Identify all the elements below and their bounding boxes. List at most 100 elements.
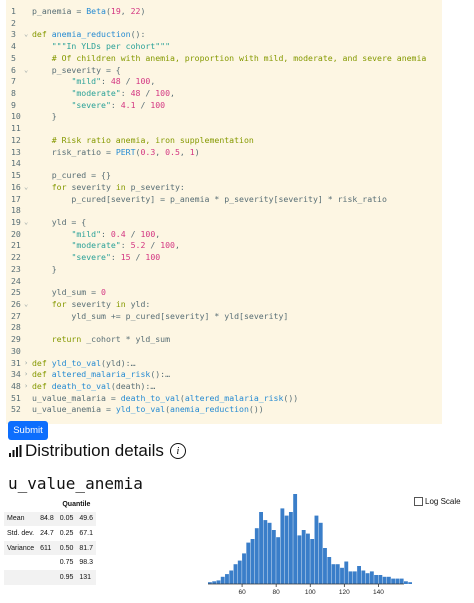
code-text: # Risk ratio anemia, iron supplementatio…: [51, 134, 254, 145]
histogram-bar: [301, 530, 306, 584]
log-scale-toggle[interactable]: Log Scale: [414, 497, 461, 506]
fold-collapsed-icon[interactable]: ›: [24, 381, 28, 393]
log-scale-label: Log Scale: [425, 497, 461, 506]
histogram-bar: [297, 535, 302, 584]
fold-expand-icon[interactable]: ⌄: [24, 65, 28, 77]
code-text: u_value_anemia = yld_to_val(anemia_reduc…: [32, 404, 264, 415]
histogram-bar: [288, 512, 293, 584]
histogram-bar: [271, 530, 276, 584]
quantile-value: 67.1: [79, 529, 93, 537]
line-number: 5: [11, 52, 16, 63]
histogram-bar: [250, 539, 255, 584]
line-number: 7: [11, 76, 16, 87]
histogram-bar: [254, 528, 259, 584]
histogram-bar: [280, 508, 285, 584]
line-number: 11: [11, 123, 21, 134]
line-number: 27: [11, 310, 21, 321]
histogram-bar: [306, 533, 310, 584]
histogram-bar: [259, 512, 263, 584]
histogram-bar: [318, 522, 323, 584]
quantile-label: 0.25: [59, 529, 74, 537]
code-editor[interactable]: 1 p_anemia = Beta(19, 22) 2 3 ⌄ def anemia_re…: [6, 0, 442, 424]
line-number: 29: [11, 334, 21, 345]
line-number: 24: [11, 275, 21, 286]
code-text: def yld_to_val(yld):…: [32, 357, 136, 368]
line-number: 9: [11, 99, 16, 110]
line-number: 51: [11, 392, 21, 403]
histogram-bar: [344, 561, 349, 584]
line-number: 28: [11, 322, 21, 333]
table-row: 0.95 131: [4, 569, 96, 585]
stat-label: Mean: [7, 515, 25, 523]
line-number: 1: [11, 6, 16, 16]
line-number: 13: [11, 146, 21, 157]
line-number: 18: [11, 205, 21, 216]
line-number: 52: [11, 404, 21, 415]
code-text: p_cured[severity] = p_anemia * p_severit…: [32, 193, 387, 204]
code-text: for severity in yld:: [51, 299, 151, 309]
x-tick-label: 80: [273, 589, 281, 596]
line-number: 23: [11, 263, 21, 274]
code-text: }: [32, 263, 57, 274]
histogram-bar: [263, 520, 268, 584]
code-text: "severe": 4.1 / 100: [71, 99, 166, 110]
fold-expand-icon[interactable]: ⌄: [24, 299, 28, 311]
line-number: 15: [11, 170, 21, 181]
histogram-bar: [237, 560, 242, 584]
line-number: 22: [11, 252, 21, 263]
line-number: 17: [11, 193, 21, 204]
quantile-label: 0.50: [59, 544, 74, 552]
histogram-bar: [220, 576, 225, 584]
line-number: 12: [11, 134, 21, 145]
stat-value: 84.8: [40, 515, 54, 523]
fold-collapsed-icon[interactable]: ›: [24, 369, 28, 381]
histogram-bar: [242, 553, 246, 584]
code-text: "severe": 15 / 100: [71, 252, 161, 263]
code-text: p_cured = {}: [32, 170, 111, 181]
quantile-header: Quantile: [62, 500, 91, 508]
code-text: p_anemia = Beta(19, 22): [32, 6, 146, 16]
histogram-bar: [369, 571, 374, 584]
line-number: 30: [11, 345, 21, 356]
submit-button[interactable]: Submit: [8, 421, 48, 440]
histogram-bar: [284, 515, 289, 584]
line-number: 20: [11, 228, 21, 239]
line-number: 10: [11, 111, 21, 122]
code-text: "moderate": 5.2 / 100,: [71, 240, 180, 251]
line-number: 2: [11, 17, 16, 28]
fold-collapsed-icon[interactable]: ›: [24, 358, 28, 370]
code-text: yld = {: [32, 216, 87, 227]
histogram-bar: [395, 578, 400, 584]
histogram-bar: [246, 542, 251, 584]
log-scale-checkbox[interactable]: [414, 497, 423, 506]
histogram-bar: [335, 564, 340, 584]
code-text: """In YLDs per cohort""": [51, 41, 171, 52]
histogram-bar: [348, 571, 353, 584]
code-text: p_severity = {: [32, 64, 121, 75]
stat-value: 24.7: [40, 529, 54, 537]
table-row: Mean 84.8 0.05 49.6: [4, 511, 96, 527]
info-icon[interactable]: i: [169, 443, 186, 459]
quantile-label: 0.95: [59, 573, 74, 581]
stat-label: Std. dev.: [7, 529, 35, 537]
histogram-bar: [361, 570, 366, 584]
code-text: # Of children with anemia, proportion wi…: [51, 52, 427, 63]
histogram-bar: [357, 566, 361, 584]
fold-expand-icon[interactable]: ⌄: [24, 29, 28, 41]
histogram-bar: [378, 575, 383, 584]
stats-table: Quantile Mean 84.8 0.05 49.6 Std. dev. 2…: [4, 497, 96, 585]
code-text: }: [32, 111, 57, 122]
table-row: 0.75 98.3: [4, 555, 96, 570]
histogram-bar: [225, 574, 229, 584]
fold-expand-icon[interactable]: ⌄: [24, 217, 28, 229]
line-number: 25: [11, 287, 21, 298]
quantile-value: 81.7: [79, 544, 93, 552]
code-text: "moderate": 48 / 100,: [71, 88, 175, 99]
fold-expand-icon[interactable]: ⌄: [24, 182, 28, 194]
quantile-value: 131: [79, 573, 92, 581]
table-row: Std. dev. 24.7 0.25 67.1: [4, 526, 96, 541]
histogram-bar: [212, 581, 217, 584]
quantile-value: 98.3: [79, 559, 93, 567]
code-text: "mild": 0.4 / 100,: [71, 228, 161, 239]
line-number: 21: [11, 240, 21, 251]
